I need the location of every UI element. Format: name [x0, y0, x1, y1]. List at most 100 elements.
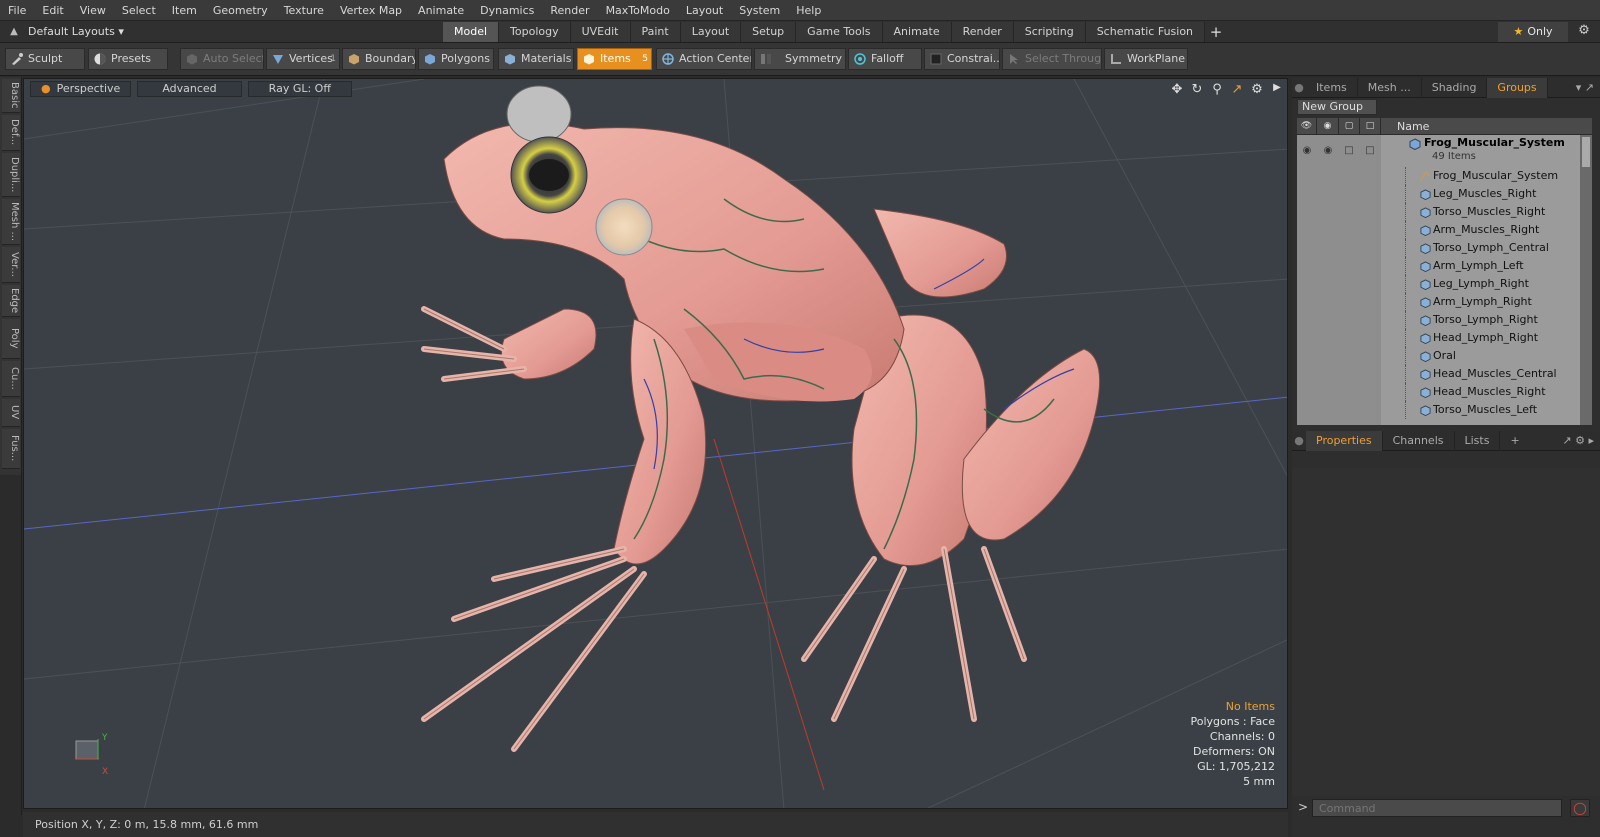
gear-icon[interactable]: ⚙	[1574, 23, 1594, 38]
viewport-canvas[interactable]: Y X	[24, 79, 1288, 809]
rotate-view-icon[interactable]: ↻	[1189, 82, 1205, 97]
tab-uvedit[interactable]: UVEdit	[570, 22, 631, 42]
layout-dropdown[interactable]: Default Layouts ▾	[28, 25, 128, 38]
tab-shading[interactable]: Shading	[1422, 77, 1488, 98]
lock-icon[interactable]: ▢	[1339, 118, 1360, 135]
polygons-button[interactable]: Polygons	[418, 48, 494, 70]
tab-groups[interactable]: Groups	[1487, 77, 1548, 98]
menu-animate[interactable]: Animate	[410, 0, 472, 21]
tab-deform[interactable]: Def...	[2, 115, 20, 151]
menu-select[interactable]: Select	[114, 0, 164, 21]
3d-viewport[interactable]: Y X ● Perspective Advanced Ray GL: Off ✥ …	[23, 78, 1288, 809]
tab-setup[interactable]: Setup	[741, 22, 797, 42]
constrain-button[interactable]: Constrai...	[924, 48, 1000, 70]
list-item[interactable]: Frog_Muscular_System	[1297, 167, 1592, 185]
menu-system[interactable]: System	[731, 0, 788, 21]
menu-item[interactable]: Item	[164, 0, 205, 21]
tab-curve[interactable]: Cu...	[2, 361, 20, 397]
list-item[interactable]: Arm_Lymph_Left	[1297, 257, 1592, 275]
workplane-button[interactable]: WorkPlane	[1104, 48, 1188, 70]
tab-items[interactable]: Items	[1306, 77, 1358, 98]
materials-button[interactable]: Materials	[498, 48, 574, 70]
select-through-button[interactable]: Select Through	[1002, 48, 1102, 70]
tab-duplicate[interactable]: Dupli...	[2, 153, 20, 197]
tab-render[interactable]: Render	[951, 22, 1014, 42]
tab-uv[interactable]: UV	[2, 399, 20, 427]
select-toggle-icon[interactable]: □	[1364, 145, 1376, 157]
list-item[interactable]: Head_Muscles_Right	[1297, 383, 1592, 401]
raygl-button[interactable]: Ray GL: Off	[247, 81, 352, 97]
tab-animate[interactable]: Animate	[882, 22, 952, 42]
list-item[interactable]: Leg_Muscles_Right	[1297, 185, 1592, 203]
tab-paint[interactable]: Paint	[630, 22, 681, 42]
list-item[interactable]: Leg_Lymph_Right	[1297, 275, 1592, 293]
menu-render[interactable]: Render	[542, 0, 597, 21]
list-item[interactable]: Head_Lymph_Right	[1297, 329, 1592, 347]
new-group-button[interactable]: New Group	[1297, 99, 1377, 115]
visibility-eye-icon[interactable]: 👁	[1297, 118, 1317, 135]
falloff-button[interactable]: Falloff	[848, 48, 922, 70]
play-icon[interactable]: ▶	[1269, 82, 1285, 97]
add-tab-icon[interactable]: +	[1500, 431, 1529, 451]
render-toggle-icon[interactable]: ◉	[1322, 145, 1334, 157]
menu-edit[interactable]: Edit	[34, 0, 71, 21]
menu-help[interactable]: Help	[788, 0, 829, 21]
panel-grip-icon[interactable]: ●	[1292, 434, 1306, 447]
maximize-icon[interactable]: ↗	[1229, 82, 1245, 97]
select-icon[interactable]: □	[1360, 118, 1381, 135]
vertices-button[interactable]: Vertices 1	[266, 48, 340, 70]
list-item[interactable]: Torso_Muscles_Right	[1297, 203, 1592, 221]
boundary-button[interactable]: Boundary	[342, 48, 416, 70]
panel-options-icon[interactable]: ▾ ↗	[1576, 81, 1594, 94]
tab-vertex[interactable]: Ver...	[2, 247, 20, 283]
menu-geometry[interactable]: Geometry	[205, 0, 276, 21]
move-view-icon[interactable]: ✥	[1169, 82, 1185, 97]
list-item[interactable]: Torso_Lymph_Right	[1297, 311, 1592, 329]
tab-mesh[interactable]: Mesh ...	[2, 199, 20, 245]
command-input[interactable]	[1312, 799, 1562, 817]
panel-grip-icon[interactable]: ●	[1292, 81, 1306, 94]
tab-properties[interactable]: Properties	[1306, 430, 1383, 451]
menu-texture[interactable]: Texture	[276, 0, 332, 21]
list-item[interactable]: Oral	[1297, 347, 1592, 365]
menu-maxtomodo[interactable]: MaxToModo	[598, 0, 678, 21]
menu-vertex-map[interactable]: Vertex Map	[332, 0, 410, 21]
lock-toggle-icon[interactable]: □	[1343, 145, 1355, 157]
symmetry-button[interactable]: Symmetry	[754, 48, 846, 70]
list-item[interactable]: Head_Muscles_Central	[1297, 365, 1592, 383]
tab-edge[interactable]: Edge	[2, 285, 20, 317]
tab-polygon[interactable]: Poly	[2, 319, 20, 359]
sculpt-button[interactable]: Sculpt	[5, 48, 85, 70]
only-button[interactable]: ★ Only	[1498, 22, 1568, 42]
scrollbar-thumb[interactable]	[1582, 137, 1590, 167]
menu-dynamics[interactable]: Dynamics	[472, 0, 542, 21]
list-item[interactable]: Torso_Lymph_Central	[1297, 239, 1592, 257]
tab-fusion[interactable]: Fus...	[2, 429, 20, 469]
advanced-button[interactable]: Advanced	[137, 81, 242, 97]
tab-mesh[interactable]: Mesh ...	[1358, 77, 1422, 98]
presets-button[interactable]: Presets	[88, 48, 168, 70]
record-icon[interactable]: ◯	[1570, 799, 1590, 817]
add-tab-icon[interactable]: +	[1205, 22, 1227, 42]
list-item[interactable]: Arm_Lymph_Right	[1297, 293, 1592, 311]
frog-model[interactable]	[421, 85, 1101, 752]
tab-lists[interactable]: Lists	[1455, 430, 1501, 451]
expand-icon[interactable]: ▲	[0, 26, 28, 37]
menu-file[interactable]: File	[0, 0, 34, 21]
items-button[interactable]: Items 5	[577, 48, 652, 70]
menu-view[interactable]: View	[72, 0, 114, 21]
gear-icon[interactable]: ⚙	[1249, 82, 1265, 97]
tab-game-tools[interactable]: Game Tools	[796, 22, 883, 42]
tab-channels[interactable]: Channels	[1383, 430, 1455, 451]
tab-layout[interactable]: Layout	[680, 22, 742, 42]
eye-icon[interactable]: ◉	[1301, 145, 1313, 157]
tab-model[interactable]: Model	[443, 22, 500, 42]
menu-layout[interactable]: Layout	[678, 0, 731, 21]
group-root-row[interactable]: ◉ ◉ □ □ Frog_Muscular_System 49 Items	[1297, 135, 1577, 167]
list-item[interactable]: Arm_Muscles_Right	[1297, 221, 1592, 239]
tab-topology[interactable]: Topology	[499, 22, 571, 42]
name-column-header[interactable]: Name	[1397, 118, 1429, 135]
list-item[interactable]: Torso_Muscles_Left	[1297, 401, 1592, 419]
action-center-button[interactable]: Action Center	[656, 48, 752, 70]
view-mode-button[interactable]: ● Perspective	[30, 81, 132, 97]
